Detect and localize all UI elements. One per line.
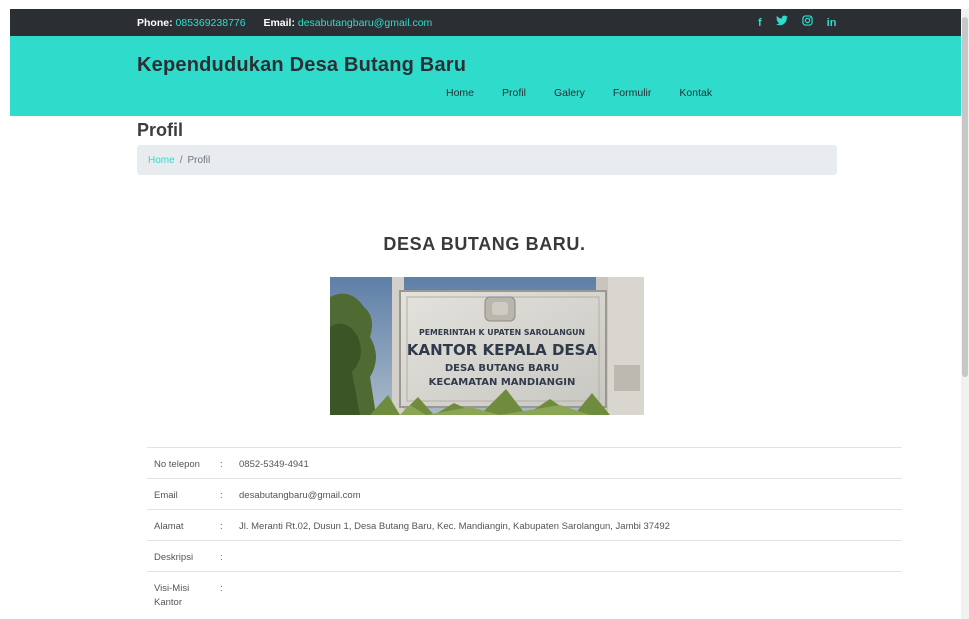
email-label: Email: (263, 17, 295, 29)
nav-formulir[interactable]: Formulir (613, 87, 652, 99)
info-value-phone: 0852-5349-4941 (239, 459, 309, 470)
info-key-phone: No telepon (154, 459, 200, 470)
info-separator: : (220, 459, 223, 470)
main-nav: Home Profil Galery Formulir Kontak (446, 87, 740, 99)
window-frame-left (0, 0, 10, 619)
linkedin-icon[interactable]: in (827, 16, 837, 30)
breadcrumb-current: Profil (187, 155, 211, 166)
info-value-vision-mission (239, 572, 902, 611)
info-key-address: Alamat (154, 521, 184, 532)
info-key-vision-mission: Visi-Misi Kantor (154, 583, 190, 608)
page-title: Profil (137, 120, 184, 140)
instagram-icon[interactable] (801, 15, 813, 30)
info-key-email: Email (154, 490, 178, 501)
contact-info: Phone: 085369238776 Email: desabutangbar… (137, 17, 432, 29)
facebook-icon[interactable]: f (758, 16, 762, 30)
phone-value[interactable]: 085369238776 (176, 17, 246, 29)
social-links: f in (758, 15, 836, 30)
breadcrumb-home-link[interactable]: Home (148, 155, 175, 166)
table-row: Visi-Misi Kantor : (147, 571, 902, 611)
phone-label: Phone: (137, 17, 173, 29)
info-value-address: Jl. Meranti Rt.02, Dusun 1, Desa Butang … (239, 521, 670, 532)
scrollbar-thumb[interactable] (962, 17, 968, 377)
breadcrumb-separator: / (179, 155, 183, 166)
info-separator: : (220, 521, 223, 532)
breadcrumb: Home / Profil (137, 145, 837, 175)
info-key-description: Deskripsi (154, 552, 194, 563)
info-separator: : (220, 552, 223, 563)
site-brand[interactable]: Kependudukan Desa Butang Baru (137, 54, 466, 77)
sign-line-3: DESA BUTANG BARU (445, 363, 559, 374)
table-row: Email : desabutangbaru@gmail.com (147, 478, 902, 510)
table-row: Deskripsi : (147, 540, 902, 572)
nav-home[interactable]: Home (446, 87, 474, 99)
profile-info-table: No telepon : 0852-5349-4941 Email : desa… (147, 447, 902, 610)
office-sign-photo: PEMERINTAH K UPATEN SAROLANGUN KANTOR KE… (330, 277, 644, 415)
table-row: No telepon : 0852-5349-4941 (147, 447, 902, 479)
sign-line-1: PEMERINTAH K UPATEN SAROLANGUN (419, 328, 585, 337)
email-value[interactable]: desabutangbaru@gmail.com (298, 17, 432, 29)
sign-line-2: KANTOR KEPALA DESA (407, 341, 598, 359)
nav-galery[interactable]: Galery (554, 87, 585, 99)
window-frame-top (0, 0, 969, 9)
table-row: Alamat : Jl. Meranti Rt.02, Dusun 1, Des… (147, 509, 902, 541)
top-info-bar: Phone: 085369238776 Email: desabutangbar… (10, 9, 961, 36)
info-separator: : (220, 490, 223, 501)
page-scrollbar[interactable] (961, 9, 969, 619)
info-separator: : (220, 583, 223, 594)
village-heading: DESA BUTANG BARU. (383, 234, 586, 254)
nav-profil[interactable]: Profil (502, 87, 526, 99)
info-value-email: desabutangbaru@gmail.com (239, 490, 361, 501)
nav-kontak[interactable]: Kontak (679, 87, 712, 99)
info-value-description (239, 541, 902, 572)
sign-line-4: KECAMATAN MANDIANGIN (429, 377, 576, 388)
site-header: Kependudukan Desa Butang Baru Home Profi… (10, 36, 961, 116)
twitter-icon[interactable] (775, 15, 788, 30)
